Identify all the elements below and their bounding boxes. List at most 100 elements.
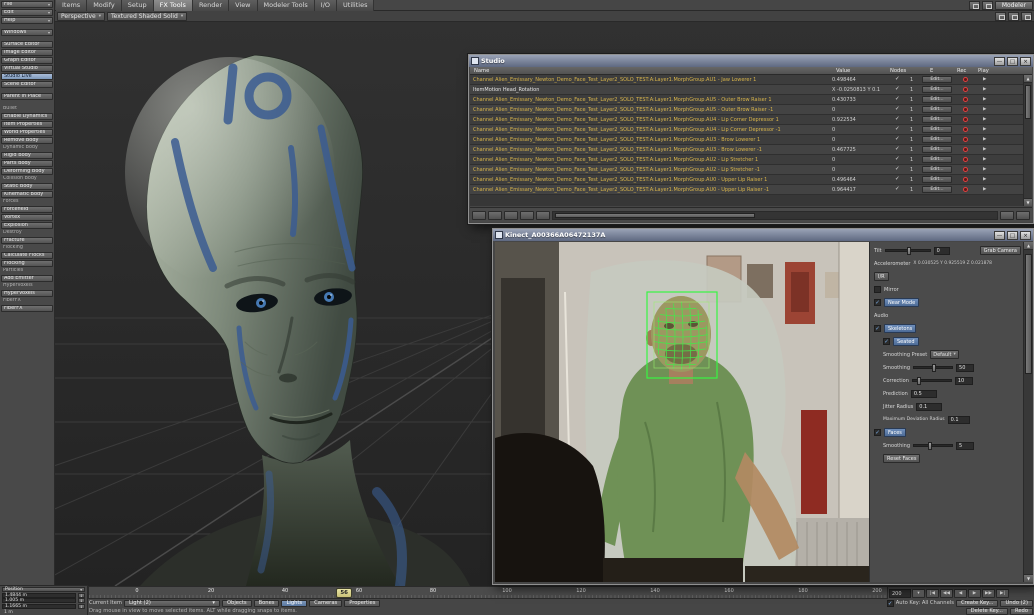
- smoothing-slider[interactable]: [913, 366, 953, 369]
- record-dot[interactable]: [963, 157, 968, 162]
- auto-key-checkbox[interactable]: ✓: [887, 600, 894, 607]
- play-icon[interactable]: ▶: [983, 77, 986, 83]
- play-icon[interactable]: ▶: [983, 87, 986, 93]
- edit-button[interactable]: Edit...: [922, 156, 952, 163]
- edit-button[interactable]: Edit...: [922, 166, 952, 173]
- sidebar-item-rigid-body[interactable]: Rigid Body: [1, 152, 53, 159]
- sidebar-item-parent-in-place[interactable]: Parent in Place: [1, 93, 53, 100]
- edit-button[interactable]: Edit...: [922, 126, 952, 133]
- stepper-icon[interactable]: ↕: [78, 593, 85, 598]
- position-y-field[interactable]: 1.005 m: [2, 598, 76, 603]
- sidebar-item-studio-live[interactable]: Studio Live: [1, 73, 53, 80]
- tab-modify[interactable]: Modify: [87, 0, 122, 11]
- sidebar-item-vortex[interactable]: Vortex: [1, 214, 53, 221]
- sidebar-item-parts-body[interactable]: Parts Body: [1, 160, 53, 167]
- record-dot[interactable]: [963, 77, 968, 82]
- properties-button[interactable]: Properties: [344, 600, 380, 607]
- channel-row[interactable]: Channel Alien_Emissary_Newton_Demo_Face_…: [470, 95, 1032, 105]
- sidebar-item-virtual-studio[interactable]: Virtual Studio: [1, 65, 53, 72]
- col-name[interactable]: Name: [474, 68, 489, 74]
- timeline-scrub-handle[interactable]: 56: [336, 588, 352, 598]
- record-dot[interactable]: [963, 147, 968, 152]
- current-item-dropdown[interactable]: Light (2)▾: [124, 600, 220, 607]
- edit-button[interactable]: Edit...: [922, 186, 952, 193]
- faces-smoothing-value-field[interactable]: 5: [956, 442, 974, 450]
- skeletons-label[interactable]: Skeletons: [884, 324, 916, 333]
- edit-button[interactable]: Edit...: [922, 86, 952, 93]
- sidebar-item-explosion[interactable]: Explosion: [1, 222, 53, 229]
- minimize-button[interactable]: —: [994, 231, 1005, 240]
- sidebar-item-add-emitter[interactable]: Add Emitter: [1, 275, 53, 282]
- play-icon[interactable]: ▶: [983, 187, 986, 193]
- record-dot[interactable]: [963, 127, 968, 132]
- zoom-view-icon[interactable]: [1021, 12, 1032, 21]
- tab-modeler-tools[interactable]: Modeler Tools: [258, 0, 315, 11]
- audio-label[interactable]: Audio: [874, 313, 888, 319]
- bones-button[interactable]: Bones: [254, 600, 280, 607]
- sidebar-item-flocking[interactable]: Flocking: [1, 260, 53, 267]
- rotate-view-icon[interactable]: [995, 12, 1006, 21]
- nodes-check-icon[interactable]: ✓: [895, 147, 900, 152]
- record-dot[interactable]: [963, 97, 968, 102]
- studio-tool-button[interactable]: [488, 211, 502, 220]
- scroll-thumb[interactable]: [1025, 254, 1032, 374]
- sidebar-item-hypervoxels[interactable]: HyperVoxels: [1, 290, 53, 297]
- channel-row[interactable]: Channel Alien_Emissary_Newton_Demo_Face_…: [470, 175, 1032, 185]
- edit-button[interactable]: Edit...: [922, 146, 952, 153]
- edit-button[interactable]: Edit...: [922, 116, 952, 123]
- grab-camera-button[interactable]: Grab Camera: [980, 246, 1021, 255]
- edit-button[interactable]: Edit...: [922, 76, 952, 83]
- correction-value-field[interactable]: 10: [955, 377, 973, 385]
- channel-row[interactable]: Channel Alien_Emissary_Newton_Demo_Face_…: [470, 75, 1032, 85]
- channel-row[interactable]: Channel Alien_Emissary_Newton_Demo_Face_…: [470, 115, 1032, 125]
- seated-checkbox[interactable]: ✓: [883, 338, 890, 345]
- nodes-check-icon[interactable]: ✓: [895, 117, 900, 122]
- record-dot[interactable]: [963, 167, 968, 172]
- edit-button[interactable]: Edit...: [922, 96, 952, 103]
- scroll-up-icon[interactable]: ▲: [1024, 75, 1032, 83]
- sidebar-item-kinematic-body[interactable]: Kinematic Body: [1, 191, 53, 198]
- transport-button-5[interactable]: ▶|: [996, 589, 1009, 598]
- ir-button[interactable]: I/R: [874, 272, 889, 281]
- tab-items[interactable]: Items: [56, 0, 87, 11]
- end-frame-field[interactable]: 200: [889, 589, 911, 598]
- transport-button-4[interactable]: ▶▶: [982, 589, 995, 598]
- modeler-button[interactable]: Modeler: [995, 1, 1033, 10]
- studio-tool-button[interactable]: [1016, 211, 1030, 220]
- tab-fx-tools[interactable]: FX Tools: [154, 0, 193, 11]
- timeline-ruler[interactable]: 020406080100120140160180200: [89, 587, 887, 598]
- stepper-icon[interactable]: ↕: [78, 604, 85, 609]
- create-key-button[interactable]: Create Key...: [956, 600, 999, 607]
- tilt-slider[interactable]: [885, 249, 931, 252]
- record-dot[interactable]: [963, 117, 968, 122]
- sidebar-item-fracture[interactable]: Fracture: [1, 237, 53, 244]
- play-icon[interactable]: ▶: [983, 177, 986, 183]
- sidebar-item-item-properties[interactable]: Item Properties: [1, 121, 53, 128]
- sidebar-item-surface-editor[interactable]: Surface Editor: [1, 41, 53, 48]
- nodes-check-icon[interactable]: ✓: [895, 187, 900, 192]
- play-icon[interactable]: ▶: [983, 107, 986, 113]
- transport-button-0[interactable]: |◀: [926, 589, 939, 598]
- channel-row[interactable]: Channel Alien_Emissary_Newton_Demo_Face_…: [470, 135, 1032, 145]
- play-icon[interactable]: ▶: [983, 147, 986, 153]
- shading-mode-dropdown[interactable]: Textured Shaded Solid▾: [107, 12, 187, 21]
- faces-checkbox[interactable]: ✓: [874, 429, 881, 436]
- nodes-check-icon[interactable]: ✓: [895, 87, 900, 92]
- tab-utilities[interactable]: Utilities: [337, 0, 374, 11]
- sidebar-item-calculate-flocks[interactable]: Calculate Flocks: [1, 252, 53, 259]
- record-dot[interactable]: [963, 107, 968, 112]
- col-nodes[interactable]: Nodes: [890, 68, 906, 74]
- nodes-check-icon[interactable]: ✓: [895, 167, 900, 172]
- tab-render[interactable]: Render: [193, 0, 229, 11]
- mirror-label[interactable]: Mirror: [884, 287, 899, 293]
- play-icon[interactable]: ▶: [983, 137, 986, 143]
- timeline[interactable]: 020406080100120140160180200 56: [88, 586, 888, 599]
- col-value[interactable]: Value: [836, 68, 850, 74]
- record-dot[interactable]: [963, 87, 968, 92]
- delete-key-button[interactable]: Delete Key...: [966, 608, 1008, 615]
- reset-faces-button[interactable]: Reset Faces: [883, 454, 920, 463]
- nodes-check-icon[interactable]: ✓: [895, 97, 900, 102]
- studio-horizontal-scrollbar[interactable]: [552, 211, 998, 220]
- sidebar-item-edit[interactable]: Edit▾: [1, 9, 53, 16]
- channel-row[interactable]: Channel Alien_Emissary_Newton_Demo_Face_…: [470, 105, 1032, 115]
